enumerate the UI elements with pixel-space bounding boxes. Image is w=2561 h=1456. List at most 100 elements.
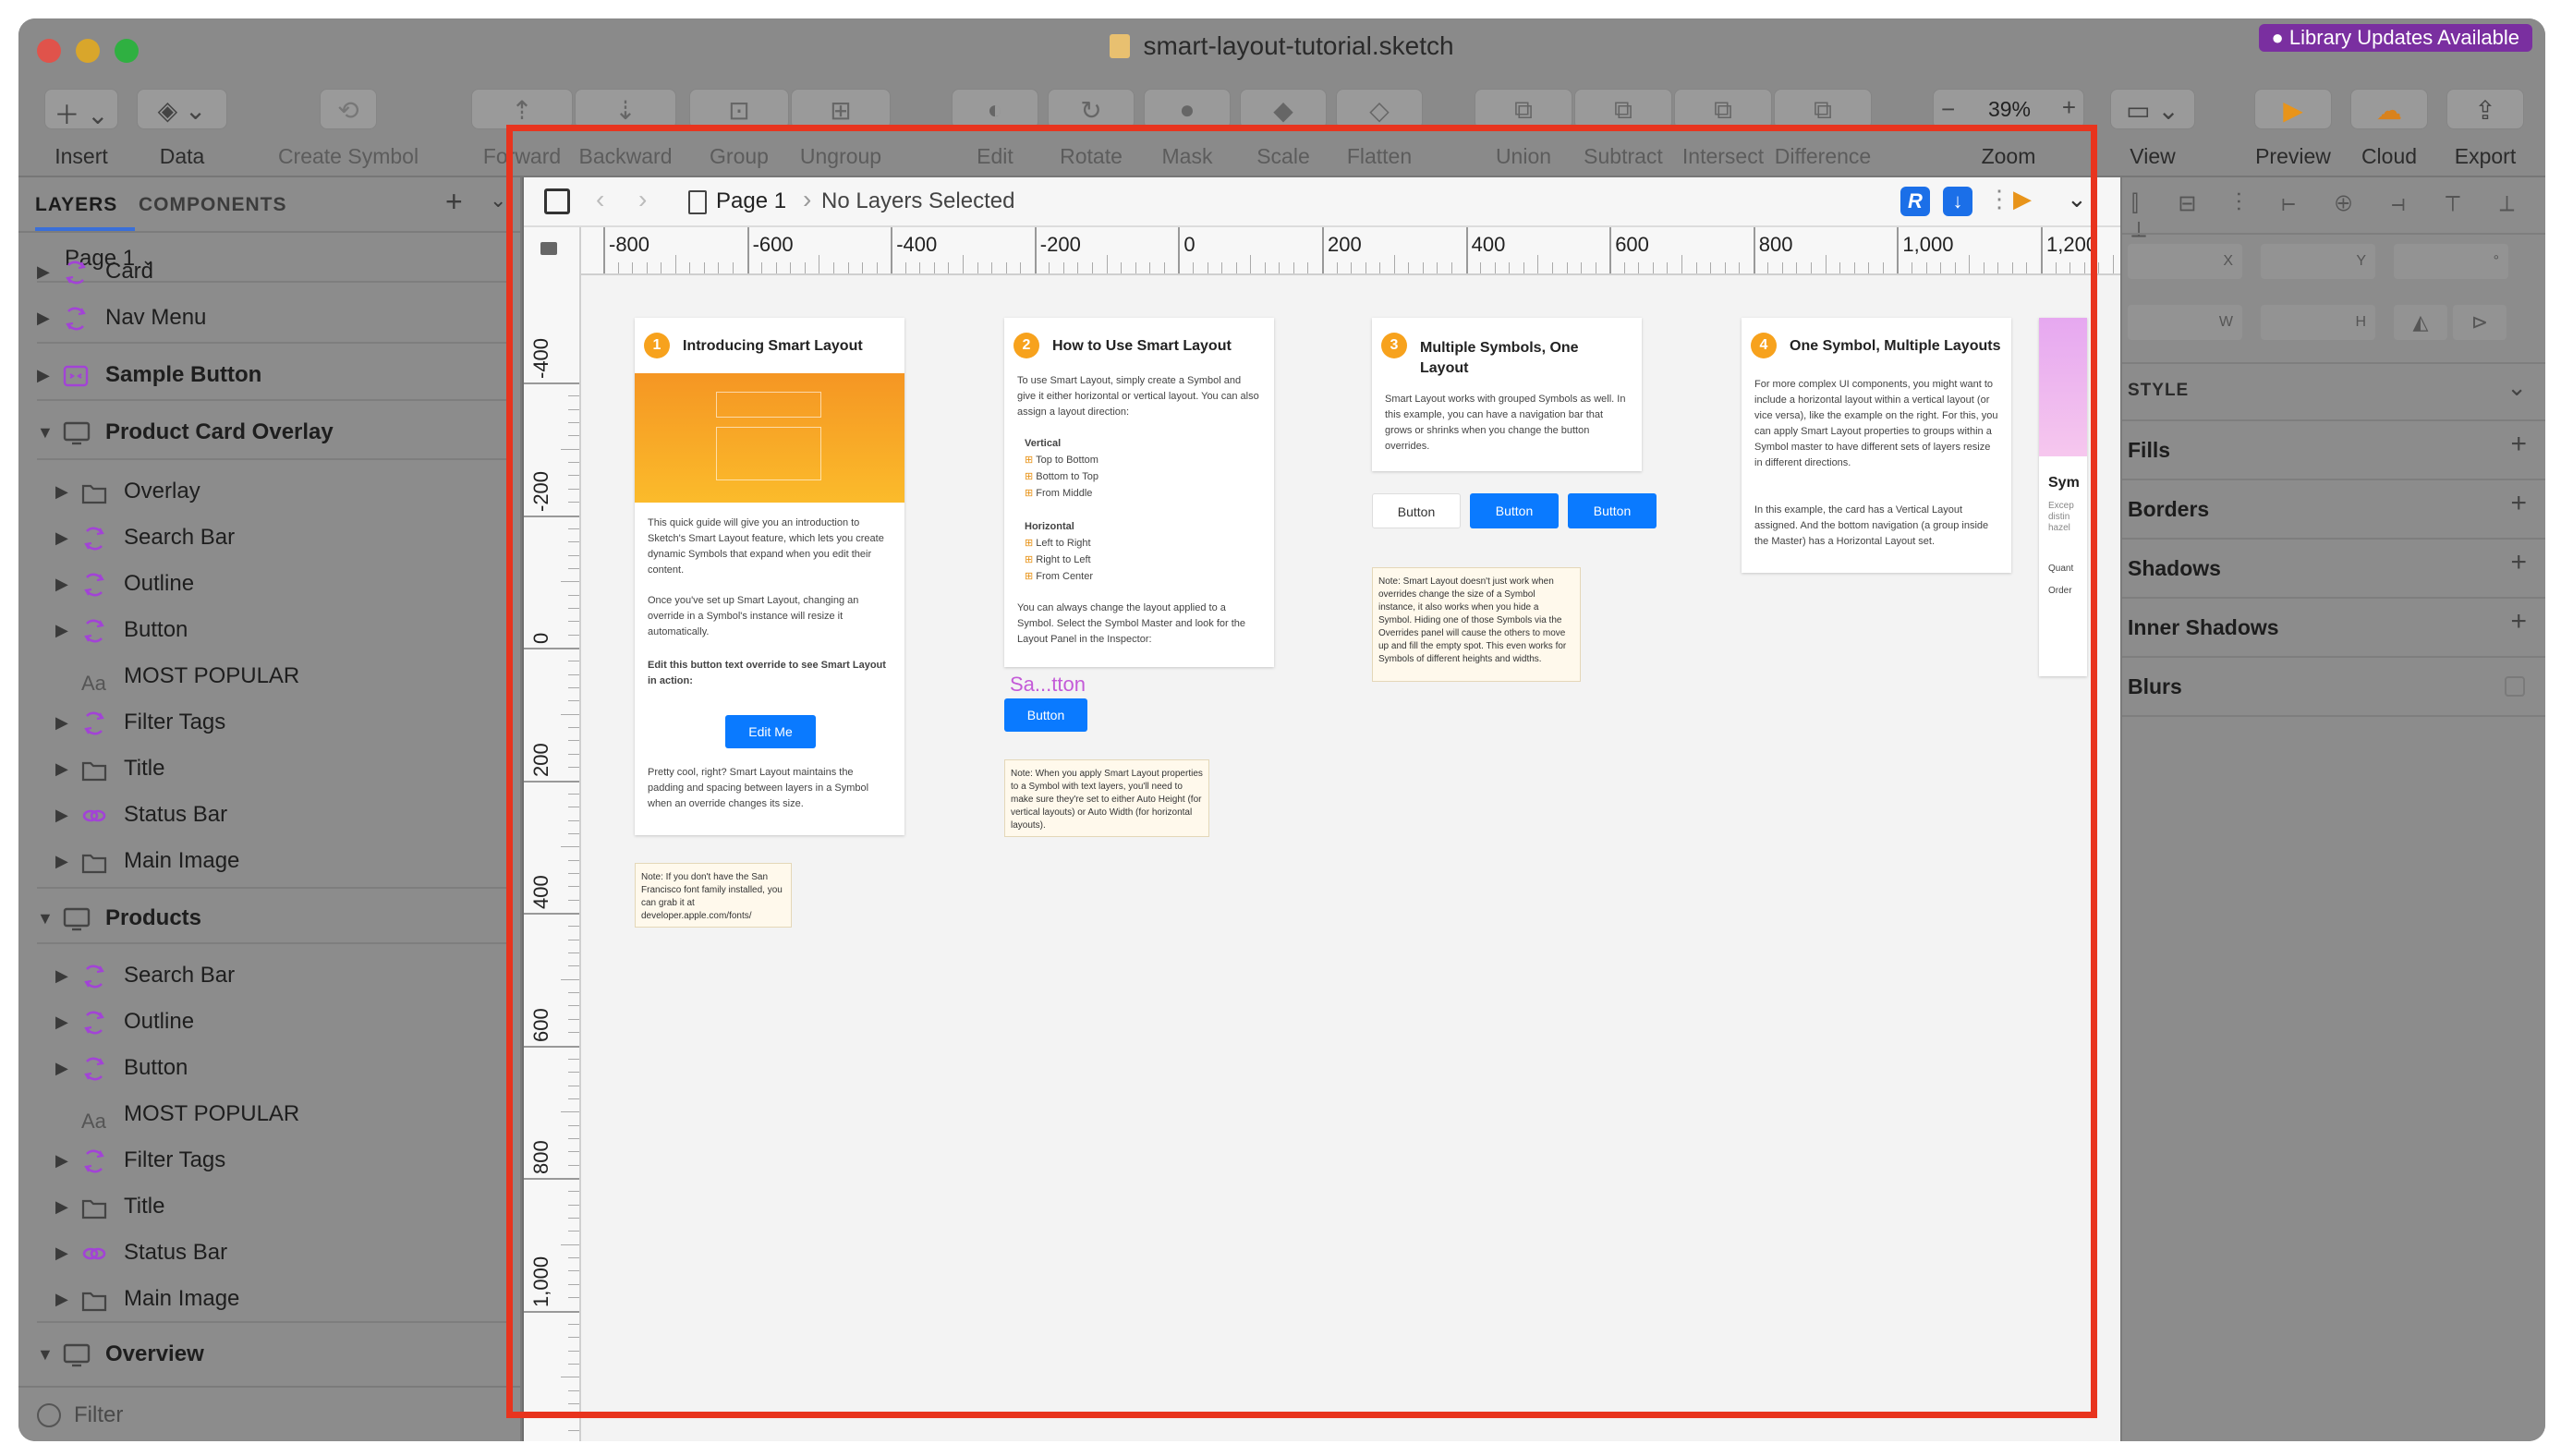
disclosure-collapsed-icon[interactable]: ▶ <box>37 297 50 338</box>
collapse-pages-icon[interactable]: ⌄ <box>490 188 506 212</box>
disclosure-expanded-icon[interactable]: ▼ <box>37 898 54 939</box>
nav-button[interactable]: Button <box>1372 493 1461 528</box>
artboard-symbol-card-partial[interactable]: Sym Excep distin hazel Quant Order <box>2039 318 2087 676</box>
cloud-button[interactable]: ☁ <box>2350 89 2428 129</box>
height-field[interactable]: H <box>2261 305 2375 340</box>
layer-row[interactable]: Aa MOST POPULAR <box>18 1094 520 1134</box>
layer-row[interactable]: ▶ Overlay <box>18 471 520 512</box>
layer-row[interactable]: ▶ Button <box>18 1048 520 1088</box>
library-updates-badge[interactable]: ● Library Updates Available <box>2258 24 2532 52</box>
width-field[interactable]: W <box>2128 305 2242 340</box>
flip-horizontal-icon[interactable]: ◭ <box>2394 305 2447 340</box>
layer-row[interactable]: ▶ Title <box>18 748 520 789</box>
disclosure-collapsed-icon[interactable]: ▶ <box>55 748 68 789</box>
layer-row[interactable]: ▼ Product Card Overlay <box>18 412 520 453</box>
rotate-button[interactable]: ↻ <box>1048 89 1135 129</box>
edit-button[interactable]: ◐ <box>952 89 1038 129</box>
backward-button[interactable]: ⇣ <box>575 89 676 129</box>
scale-button[interactable]: ◆ <box>1240 89 1327 129</box>
layer-row[interactable]: ▶ Outline <box>18 564 520 604</box>
sample-button-label[interactable]: Sa...tton <box>1010 673 1086 697</box>
x-position-field[interactable]: X <box>2128 244 2242 279</box>
disclosure-collapsed-icon[interactable]: ▶ <box>55 1001 68 1042</box>
layer-row[interactable]: ▶ Status Bar <box>18 1232 520 1273</box>
add-border-icon[interactable]: + <box>2510 488 2527 519</box>
layer-row[interactable]: ▶ Status Bar <box>18 795 520 835</box>
zoom-out-button[interactable]: − <box>1941 95 1955 124</box>
layer-row[interactable]: ▶ Search Bar <box>18 517 520 558</box>
layer-row[interactable]: Aa MOST POPULAR <box>18 656 520 697</box>
zoom-control[interactable]: − 39% + <box>1933 89 2084 129</box>
tab-layers[interactable]: LAYERS <box>35 194 117 216</box>
add-fill-icon[interactable]: + <box>2510 429 2527 460</box>
disclosure-collapsed-icon[interactable]: ▶ <box>55 841 68 881</box>
layer-row[interactable]: ▶ Outline <box>18 1001 520 1042</box>
artboard-one-symbol-multiple-layouts[interactable]: 4 One Symbol, Multiple Layouts For more … <box>1742 318 2011 573</box>
disclosure-collapsed-icon[interactable]: ▶ <box>55 564 68 604</box>
disclosure-collapsed-icon[interactable]: ▶ <box>37 251 50 292</box>
artboard-introducing-smart-layout[interactable]: 1 Introducing Smart Layout This quick gu… <box>635 318 904 835</box>
layer-row[interactable]: ▶ Filter Tags <box>18 702 520 743</box>
view-button[interactable]: ▭ ⌄ <box>2110 89 2195 129</box>
layer-row[interactable]: ▶ Sample Button <box>18 355 520 395</box>
grid-view-icon[interactable] <box>544 188 570 214</box>
group-button[interactable]: ⊡ <box>689 89 789 129</box>
breadcrumb-page[interactable]: Page 1 <box>716 188 786 214</box>
disclosure-collapsed-icon[interactable]: ▶ <box>55 610 68 650</box>
add-shadow-icon[interactable]: + <box>2510 547 2527 578</box>
disclosure-expanded-icon[interactable]: ▼ <box>37 1334 54 1375</box>
blur-checkbox[interactable] <box>2505 676 2525 697</box>
ungroup-button[interactable]: ⊞ <box>791 89 891 129</box>
layer-row[interactable]: ▶ Main Image <box>18 1279 520 1319</box>
lock-icon[interactable] <box>540 242 557 255</box>
artboard-multiple-symbols-one-layout[interactable]: 3 Multiple Symbols, One Layout Smart Lay… <box>1372 318 1642 471</box>
plugin-r-icon[interactable]: R <box>1900 187 1930 216</box>
layer-row[interactable]: ▶ Button <box>18 610 520 650</box>
disclosure-collapsed-icon[interactable]: ▶ <box>55 955 68 996</box>
chevron-down-icon[interactable]: ⌄ <box>2067 185 2087 213</box>
forward-button[interactable]: ⇡ <box>471 89 573 129</box>
create-symbol-button[interactable]: ⟲ <box>320 89 377 129</box>
data-button[interactable]: ◈ ⌄ <box>137 89 227 129</box>
disclosure-collapsed-icon[interactable]: ▶ <box>55 702 68 743</box>
mask-button[interactable]: ● <box>1144 89 1231 129</box>
layer-row[interactable]: ▶ Main Image <box>18 841 520 881</box>
layer-row[interactable]: ▶ Filter Tags <box>18 1140 520 1181</box>
filter-bar[interactable]: Filter <box>18 1386 520 1441</box>
canvas-area[interactable]: ‹ › Page 1 › No Layers Selected R ↓ ⋮ ▶ … <box>524 177 2172 1441</box>
back-arrow-icon[interactable]: ‹ <box>596 185 604 214</box>
disclosure-collapsed-icon[interactable]: ▶ <box>55 517 68 558</box>
add-page-icon[interactable]: + <box>445 185 463 219</box>
export-button[interactable]: ⇪ <box>2446 89 2524 129</box>
intersect-button[interactable]: ⧉ <box>1674 89 1772 129</box>
disclosure-collapsed-icon[interactable]: ▶ <box>55 1186 68 1227</box>
disclosure-collapsed-icon[interactable]: ▶ <box>55 471 68 512</box>
rotation-field[interactable]: ° <box>2394 244 2508 279</box>
disclosure-collapsed-icon[interactable]: ▶ <box>55 1048 68 1088</box>
layer-row[interactable]: ▶ Card <box>18 251 520 292</box>
layer-row[interactable]: ▼ Overview <box>18 1334 520 1375</box>
play-prototype-icon[interactable]: ▶ <box>2013 185 2032 213</box>
union-button[interactable]: ⧉ <box>1475 89 1572 129</box>
more-options-icon[interactable]: ⋮ <box>1987 185 2011 213</box>
y-position-field[interactable]: Y <box>2261 244 2375 279</box>
add-inner-shadow-icon[interactable]: + <box>2510 606 2527 637</box>
disclosure-collapsed-icon[interactable]: ▶ <box>37 355 50 395</box>
nav-button[interactable]: Button <box>1470 493 1559 528</box>
artboard-how-to-use-smart-layout[interactable]: 2 How to Use Smart Layout To use Smart L… <box>1004 318 1274 667</box>
tab-components[interactable]: COMPONENTS <box>139 194 287 216</box>
flip-vertical-icon[interactable]: ⊳ <box>2453 305 2506 340</box>
edit-me-button[interactable]: Edit Me <box>725 715 816 748</box>
nav-button[interactable]: Button <box>1568 493 1657 528</box>
disclosure-collapsed-icon[interactable]: ▶ <box>55 1140 68 1181</box>
ruler-horizontal[interactable]: -800 -600 -400 -200 0 200 400 600 800 1,000 1,200 <box>581 227 2172 275</box>
layer-row[interactable]: ▶ Search Bar <box>18 955 520 996</box>
subtract-button[interactable]: ⧉ <box>1574 89 1672 129</box>
forward-arrow-icon[interactable]: › <box>638 185 647 214</box>
disclosure-expanded-icon[interactable]: ▼ <box>37 412 54 453</box>
chevron-down-icon[interactable]: ⌄ <box>2506 373 2527 402</box>
sample-button[interactable]: Button <box>1004 698 1087 732</box>
disclosure-collapsed-icon[interactable]: ▶ <box>55 1232 68 1273</box>
preview-button[interactable]: ▶ <box>2254 89 2332 129</box>
download-plugin-icon[interactable]: ↓ <box>1943 187 1972 216</box>
